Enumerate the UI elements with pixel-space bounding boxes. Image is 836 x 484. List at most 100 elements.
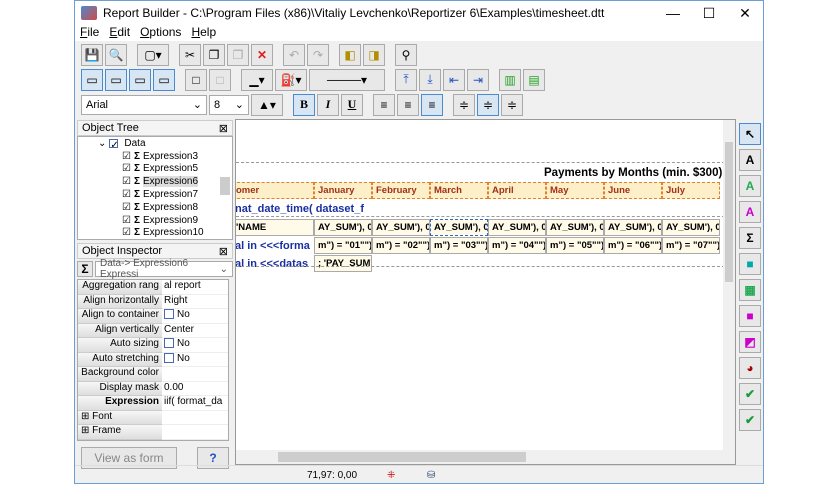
expression-cell[interactable]: m") = "05"") [546, 237, 604, 254]
pointer-icon[interactable]: ↖ [739, 123, 761, 145]
prop-row[interactable]: Align vertically Center [78, 323, 228, 338]
prop-value[interactable]: al report [162, 280, 228, 295]
prop-value[interactable]: Center [162, 323, 228, 338]
prop-key[interactable]: ⊞ Font [78, 410, 162, 425]
expression-cell[interactable]: al in <<<forma [236, 237, 314, 254]
field-text-icon[interactable]: A [739, 175, 761, 197]
menu-file[interactable]: File [75, 25, 104, 41]
prop-row[interactable]: ⊞ Frame [78, 425, 228, 440]
frame-left-icon[interactable]: ▭ [81, 68, 103, 91]
prop-row[interactable]: Display mask 0.00 [78, 381, 228, 396]
tree-item[interactable]: ☑ Σ Expression8 [78, 201, 232, 214]
expression-cell[interactable]: AY_SUM'), 0) [314, 219, 372, 236]
text-align-right-icon[interactable]: ≡ [421, 93, 443, 116]
align-left-icon[interactable]: ⇤ [443, 68, 465, 91]
preview-icon[interactable]: 🔍 [105, 43, 127, 66]
prop-row[interactable]: Auto stretching No [78, 352, 228, 367]
header-cell[interactable]: July [662, 182, 720, 199]
save-icon[interactable]: 💾 [81, 43, 103, 66]
valign-center-icon[interactable]: ≑ [477, 93, 499, 116]
maximize-button[interactable]: ☐ [691, 5, 727, 22]
text-align-center-icon[interactable]: ≡ [397, 93, 419, 116]
header-cell[interactable]: May [546, 182, 604, 199]
prop-value[interactable]: Right [162, 294, 228, 309]
header-cell[interactable]: January [314, 182, 372, 199]
expression-cell[interactable]: AY_SUM'), 0) [372, 219, 430, 236]
undo-icon[interactable]: ↶ [283, 43, 305, 66]
tree-item-selected[interactable]: ☑ Σ Expression6 [78, 175, 232, 188]
minimize-button[interactable]: — [655, 5, 691, 21]
checkbox[interactable] [164, 309, 174, 320]
bring-front-icon[interactable]: ◧ [339, 43, 361, 66]
tree-scrollbar[interactable] [220, 177, 230, 195]
menu-help[interactable]: Help [186, 25, 221, 41]
prop-row[interactable]: Expression iif( format_da [78, 396, 228, 411]
expression-cell[interactable]: m") = "01"") [314, 237, 372, 254]
send-back-icon[interactable]: ◨ [363, 43, 385, 66]
frame-color-icon[interactable]: ▁▾ [241, 68, 273, 91]
prop-row[interactable]: Aggregation rang al report [78, 280, 228, 295]
prop-row[interactable]: Background color [78, 367, 228, 382]
checkbox-icon[interactable]: ✔ [739, 383, 761, 405]
expression-cell[interactable]: AY_SUM'), 0) [488, 219, 546, 236]
tree-item[interactable]: ☑ Σ Expression9 [78, 214, 232, 227]
text-align-left-icon[interactable]: ≡ [373, 93, 395, 116]
prop-value[interactable]: 0.00 [162, 381, 228, 396]
rich-text-icon[interactable]: A [739, 201, 761, 223]
font-color-icon[interactable]: ▲▾ [251, 93, 283, 116]
underline-button[interactable]: U [341, 93, 363, 116]
text-object-icon[interactable]: A [739, 149, 761, 171]
expression-cell[interactable]: m") = "07"") [662, 237, 720, 254]
horizontal-scrollbar[interactable] [236, 450, 735, 464]
menu-edit[interactable]: Edit [104, 25, 135, 41]
tree-item[interactable]: ☑ Σ Expression7 [78, 188, 232, 201]
align-right-icon[interactable]: ⇥ [467, 68, 489, 91]
barcode-icon[interactable]: ◩ [739, 331, 761, 353]
prop-value[interactable]: No [162, 352, 228, 367]
prop-key[interactable]: ⊞ Frame [78, 425, 162, 440]
menu-options[interactable]: Options [135, 25, 186, 41]
header-cell[interactable]: omer [236, 182, 314, 199]
close-panel-icon[interactable]: ⊠ [219, 122, 228, 135]
header-cell[interactable]: March [430, 182, 488, 199]
prop-row[interactable]: ⊞ Font [78, 410, 228, 425]
expression-cell[interactable]: 'NAME [236, 219, 314, 236]
header-cell[interactable]: June [604, 182, 662, 199]
distribute-v-icon[interactable]: ▤ [523, 68, 545, 91]
bold-button[interactable]: B [293, 93, 315, 116]
tree-node-data[interactable]: ⌄ ✓ Data [78, 137, 232, 151]
tree-item[interactable]: ☑ Σ Expression10 [78, 227, 232, 239]
copy-icon[interactable]: ❐ [203, 43, 225, 66]
expression-cell[interactable]: m") = "06"") [604, 237, 662, 254]
valign-top-icon[interactable]: ≑ [453, 93, 475, 116]
prop-value[interactable] [162, 425, 228, 440]
frame-none-icon[interactable]: □ [209, 68, 231, 91]
chart-icon[interactable]: ◕ [739, 357, 761, 379]
report-design-area[interactable]: Payments by Months (min. $300) omer Janu… [235, 119, 736, 465]
db-checkbox-icon[interactable]: ✔ [739, 409, 761, 431]
paste-icon[interactable]: ❐ [227, 43, 249, 66]
image-icon[interactable]: ■ [739, 253, 761, 275]
tree-item[interactable]: ☑ Σ Expression5 [78, 163, 232, 176]
prop-row[interactable]: Align to container No [78, 309, 228, 324]
new-page-icon[interactable]: ▢▾ [137, 43, 169, 66]
group-expression[interactable]: nat_date_time( dataset_f [236, 200, 364, 217]
expression-cell[interactable]: m") = "03"") [430, 237, 488, 254]
expression-cell[interactable]: AY_SUM'), 0) [430, 219, 488, 236]
header-cell[interactable]: February [372, 182, 430, 199]
report-title[interactable]: Payments by Months (min. $300) [541, 164, 722, 181]
vertical-scrollbar[interactable] [723, 120, 735, 450]
prop-value[interactable]: No [162, 309, 228, 324]
expression-cell[interactable]: m") = "02"") [372, 237, 430, 254]
expression-cell[interactable]: ; 'PAY_SUM') [314, 255, 372, 272]
frame-bottom-icon[interactable]: ▭ [153, 68, 175, 91]
checkbox[interactable] [164, 338, 174, 349]
redo-icon[interactable]: ↷ [307, 43, 329, 66]
font-name-select[interactable]: Arial ⌄ [81, 94, 207, 115]
prop-row[interactable]: Auto sizing No [78, 338, 228, 353]
header-cell[interactable]: April [488, 182, 546, 199]
property-grid[interactable]: Aggregation rang al report Align horizont… [77, 279, 229, 441]
expression-cell[interactable]: m") = "04"") [488, 237, 546, 254]
valign-bottom-icon[interactable]: ≑ [501, 93, 523, 116]
line-style-dropdown[interactable]: ────▾ [309, 68, 385, 91]
